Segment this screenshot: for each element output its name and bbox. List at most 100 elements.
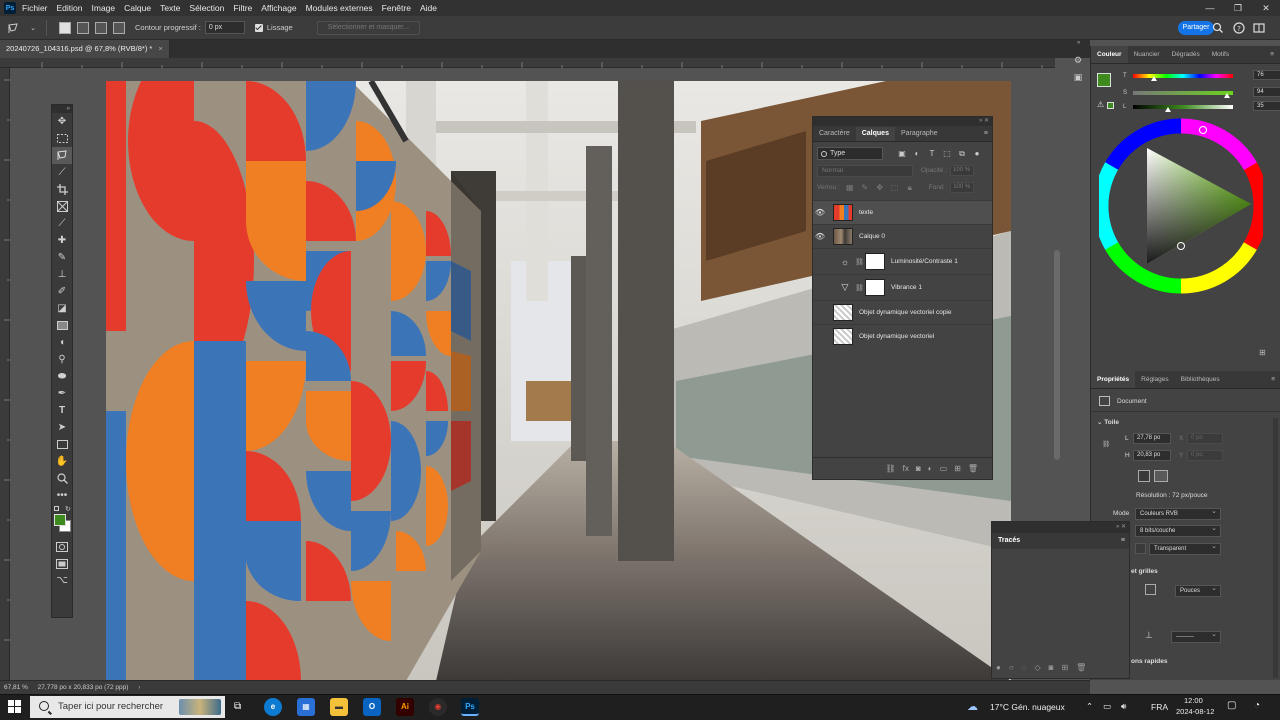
- chevron-down-icon[interactable]: ⌄: [26, 21, 40, 35]
- marquee-tool-icon[interactable]: [52, 130, 72, 147]
- add-mask-icon[interactable]: ◙: [916, 464, 921, 473]
- hue-slider-knob[interactable]: [1151, 76, 1157, 81]
- width-input[interactable]: 27,78 po: [1133, 433, 1171, 444]
- hue-input[interactable]: 76: [1253, 70, 1280, 80]
- tab-proprietes[interactable]: Propriétés: [1091, 371, 1136, 388]
- delete-layer-icon[interactable]: 🗑︎: [968, 464, 978, 473]
- panel-menu-icon[interactable]: ≡: [1265, 371, 1280, 388]
- make-work-path-icon[interactable]: ◇: [1034, 663, 1040, 672]
- menu-modules-externes[interactable]: Modules externes: [306, 3, 373, 13]
- layer-vibrance[interactable]: · ▽ ⛓︎ Vibrance 1: [813, 274, 992, 300]
- windows-start-icon[interactable]: [8, 700, 21, 713]
- search-icon[interactable]: [1211, 21, 1225, 35]
- panel-menu-icon[interactable]: ≡: [1121, 533, 1129, 549]
- menu-image[interactable]: Image: [92, 3, 116, 13]
- background-select[interactable]: Transparent: [1149, 542, 1221, 555]
- panel-menu-icon[interactable]: ≡: [978, 127, 992, 141]
- menu-filtre[interactable]: Filtre: [233, 3, 252, 13]
- task-view-icon[interactable]: ⧉: [234, 701, 241, 712]
- pixel-filter-icon[interactable]: ▣: [897, 149, 907, 159]
- layer-texte[interactable]: 👁︎ texte: [813, 200, 992, 224]
- x-input[interactable]: 0 po: [1187, 433, 1223, 444]
- eye-icon[interactable]: 👁︎: [813, 208, 827, 217]
- history-icon[interactable]: ⚙: [1068, 55, 1088, 66]
- quick-selection-tool-icon[interactable]: ⟋: [52, 164, 72, 181]
- lock-artboard-icon[interactable]: ⬚: [890, 183, 900, 193]
- units-select[interactable]: Pouces: [1175, 584, 1221, 597]
- new-layer-icon[interactable]: ⊞: [954, 464, 961, 473]
- properties-icon[interactable]: ▣: [1068, 72, 1088, 83]
- swap-colors-icon[interactable]: ↻: [65, 505, 71, 513]
- clone-stamp-tool-icon[interactable]: ⊥: [52, 266, 72, 283]
- lock-position-icon[interactable]: ✥: [875, 183, 885, 193]
- layer-objet-dynamique[interactable]: · Objet dynamique vectoriel: [813, 324, 992, 348]
- eye-icon[interactable]: 👁︎: [813, 232, 827, 241]
- illustrator-app-icon[interactable]: Ai: [396, 698, 414, 716]
- outlook-app-icon[interactable]: O: [363, 698, 381, 716]
- subtract-selection-mode-icon[interactable]: [95, 21, 107, 34]
- filter-toggle-icon[interactable]: ●: [972, 149, 982, 159]
- rectangle-tool-icon[interactable]: [52, 436, 72, 453]
- select-and-mask-button[interactable]: Sélectionner et masquer...: [316, 20, 421, 35]
- edge-app-icon[interactable]: e: [264, 698, 282, 716]
- lock-transparency-icon[interactable]: ▦: [845, 183, 855, 193]
- line-style-select[interactable]: ———: [1171, 630, 1221, 643]
- add-selection-mode-icon[interactable]: [77, 21, 89, 34]
- status-menu-chevron-icon[interactable]: ›: [138, 684, 140, 691]
- lasso-tool-icon[interactable]: [52, 147, 72, 164]
- zoom-tool-icon[interactable]: [52, 470, 72, 487]
- paths-panel-close-icon[interactable]: » ✕: [992, 522, 1129, 533]
- feather-input[interactable]: 0 px: [204, 21, 245, 34]
- expand-panel-icon[interactable]: ⊞: [1259, 348, 1266, 357]
- color-mode-select[interactable]: Couleurs RVB: [1135, 507, 1221, 520]
- eye-hidden-icon[interactable]: ·: [813, 257, 827, 266]
- toolbar-collapse-icon[interactable]: »: [52, 105, 72, 113]
- document-tab[interactable]: 20240726_104316.psd @ 67,8% (RVB/8*) * ×: [0, 40, 170, 58]
- menu-fichier[interactable]: Fichier: [22, 3, 48, 13]
- layer-luminosite-contraste[interactable]: · ☼ ⛓︎ Luminosité/Contraste 1: [813, 248, 992, 274]
- fill-input[interactable]: 100 %: [950, 182, 975, 193]
- pen-tool-icon[interactable]: ✒: [52, 385, 72, 402]
- layer-calque-0[interactable]: 👁︎ Calque 0: [813, 224, 992, 248]
- menu-selection[interactable]: Sélection: [189, 3, 224, 13]
- smoothing-checkbox[interactable]: [254, 23, 263, 32]
- photoshop-app-icon[interactable]: Ps: [461, 698, 479, 716]
- lightness-input[interactable]: 35: [1253, 101, 1280, 111]
- lock-pixels-icon[interactable]: ✎: [860, 183, 870, 193]
- new-path-icon[interactable]: ⊞: [1061, 663, 1068, 672]
- menu-aide[interactable]: Aide: [420, 3, 437, 13]
- history-brush-tool-icon[interactable]: ✐: [52, 283, 72, 300]
- notifications-icon[interactable]: ▢: [1227, 700, 1236, 711]
- color-fg-swatch[interactable]: [1097, 73, 1111, 87]
- menu-edition[interactable]: Edition: [57, 3, 83, 13]
- foreground-color-swatch[interactable]: [54, 514, 66, 526]
- path-selection-tool-icon[interactable]: ➤: [52, 419, 72, 436]
- screen-mode-icon[interactable]: [52, 555, 72, 572]
- properties-scrollbar[interactable]: [1273, 418, 1278, 678]
- tab-bibliotheques[interactable]: Bibliothèques: [1175, 371, 1226, 388]
- tab-paragraphe[interactable]: Paragraphe: [895, 127, 944, 141]
- bit-depth-select[interactable]: 8 bits/couche: [1135, 524, 1221, 537]
- eye-hidden-icon[interactable]: ·: [813, 332, 827, 341]
- vertical-scrollbar-thumb[interactable]: [1054, 250, 1060, 460]
- widgets-icon[interactable]: ◔: [1254, 700, 1260, 711]
- lasso-tool-icon[interactable]: [6, 21, 20, 35]
- gradient-tool-icon[interactable]: [52, 317, 72, 334]
- volume-icon[interactable]: 🔊︎: [1121, 701, 1126, 712]
- shape-filter-icon[interactable]: ⬚: [942, 149, 952, 159]
- quick-actions-title[interactable]: ons rapides: [1131, 658, 1167, 665]
- eye-hidden-icon[interactable]: ·: [813, 283, 827, 292]
- saturation-slider-knob[interactable]: [1224, 93, 1230, 98]
- default-colors-icon[interactable]: [54, 506, 59, 511]
- hand-tool-icon[interactable]: ✋: [52, 453, 72, 470]
- tab-degrades[interactable]: Dégradés: [1166, 46, 1206, 63]
- healing-brush-tool-icon[interactable]: ✚: [52, 232, 72, 249]
- new-selection-mode-icon[interactable]: [59, 21, 71, 34]
- blur-tool-icon[interactable]: ◖: [52, 334, 72, 351]
- menu-fenetre[interactable]: Fenêtre: [382, 3, 411, 13]
- sponge-tool-icon[interactable]: ⬬: [52, 368, 72, 385]
- restore-icon[interactable]: ❐: [1224, 0, 1252, 16]
- tray-chevron-icon[interactable]: ⌃: [1086, 701, 1093, 712]
- color-wheel[interactable]: [1099, 118, 1263, 294]
- file-explorer-icon[interactable]: ▬: [330, 698, 348, 716]
